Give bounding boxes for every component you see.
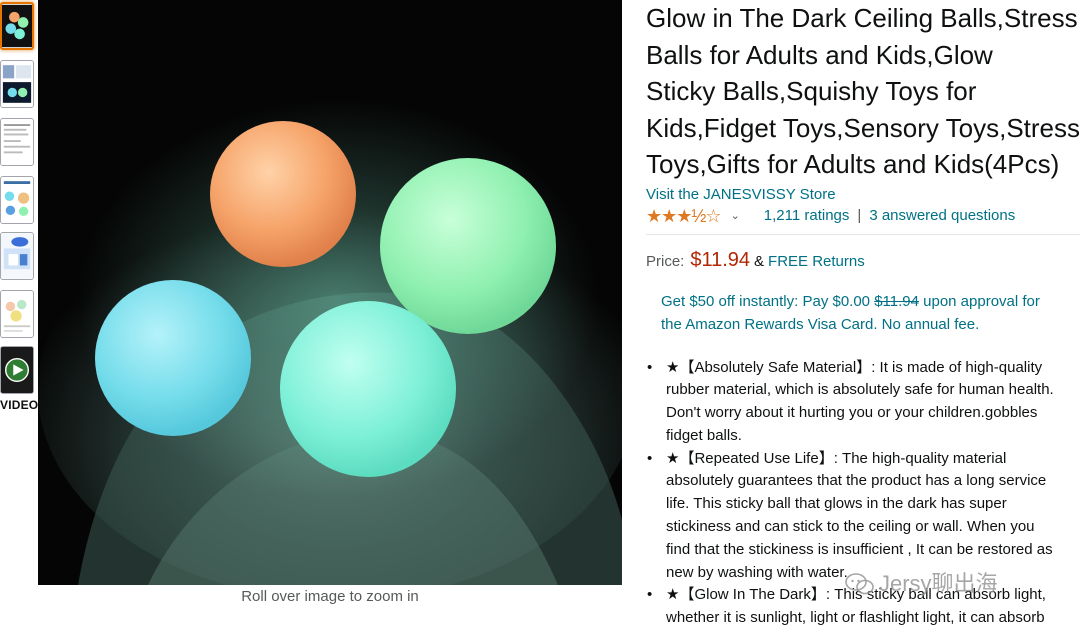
wechat-icon — [845, 573, 874, 595]
thumbnail-6-image — [1, 291, 33, 337]
thumbnail-strip: VIDEO — [0, 0, 39, 420]
main-product-image[interactable] — [38, 0, 622, 585]
play-icon — [1, 347, 33, 393]
thumbnail-2[interactable] — [0, 60, 34, 108]
bullet-item: ★【Absolutely Safe Material】: It is made … — [646, 357, 1080, 448]
title-line: Balls for Adults and Kids,Glow — [646, 39, 993, 70]
bullet-line: stickiness and can stick to the ceiling … — [666, 518, 1035, 536]
bullet-line: fidget balls. — [666, 426, 742, 444]
thumbnail-1[interactable] — [0, 2, 34, 50]
bullet-line: absolutely guarantees that the product h… — [666, 472, 1047, 490]
price-amount: $11.94 — [690, 248, 751, 271]
bullet-line: ★【Absolutely Safe Material】: It is made … — [666, 358, 1043, 376]
visa-promo-link[interactable]: Get $50 off instantly: Pay $0.00 $11.94 … — [661, 290, 1080, 336]
ratings-count-link[interactable]: 1,211 ratings — [764, 205, 850, 227]
title-line: Sticky Balls,Squishy Toys for — [646, 76, 977, 106]
zoom-hint: Roll over image to zoom in — [241, 588, 419, 605]
video-label: VIDEO — [0, 398, 39, 412]
thumbnail-4-image — [1, 177, 33, 223]
chevron-down-icon[interactable]: ⌄ — [731, 205, 740, 227]
thumbnail-5-image — [1, 233, 33, 279]
store-link[interactable]: Visit the JANESVISSY Store — [646, 185, 1080, 205]
glow-balls-photo — [38, 0, 622, 585]
star-rating[interactable]: ★★★½☆ — [646, 205, 722, 227]
free-returns-link[interactable]: FREE Returns — [768, 253, 865, 270]
bullet-line: ★【Repeated Use Life】: The high-quality m… — [666, 449, 1007, 467]
bullet-item: ★【Repeated Use Life】: The high-quality m… — [646, 448, 1080, 585]
watermark: Jersy聊出海 — [845, 566, 998, 598]
promo-line-1: Get $50 off instantly: Pay $0.00 $11.94 … — [661, 290, 1080, 313]
promo-strike-price: $11.94 — [874, 292, 919, 310]
price-label: Price: — [646, 252, 685, 270]
title-line: Kids,Fidget Toys,Sensory Toys,Stress — [646, 112, 1080, 143]
product-details: Glow in The Dark Ceiling Balls,Stress Ba… — [646, 0, 1080, 630]
title-line: Glow in The Dark Ceiling Balls,Stress — [646, 3, 1078, 33]
separator: | — [857, 206, 862, 224]
thumbnail-3[interactable] — [0, 118, 34, 166]
promo-line-2: the Amazon Rewards Visa Card. No annual … — [661, 315, 980, 333]
price-row: Price: $11.94 & FREE Returns — [646, 249, 1080, 272]
thumbnail-4[interactable] — [0, 176, 34, 224]
thumbnail-6[interactable] — [0, 290, 34, 338]
bullet-line: find that the stickiness is insufficient… — [666, 540, 1053, 558]
rating-row: ★★★½☆ ⌄ 1,211 ratings | 3 answered quest… — [646, 205, 1080, 227]
thumbnail-2-image — [1, 61, 33, 107]
divider — [646, 233, 1080, 235]
bullet-line: Don't worry about it hurting you or your… — [666, 404, 1038, 422]
answered-questions-link[interactable]: 3 answered questions — [869, 205, 1015, 227]
bullet-line: rubber material, which is absolutely saf… — [666, 381, 1054, 399]
thumbnail-1-image — [2, 4, 32, 48]
price-amp: & — [754, 252, 765, 270]
bullet-line: life. This sticky ball that glows in the… — [666, 495, 1007, 513]
product-title: Glow in The Dark Ceiling Balls,Stress Ba… — [646, 0, 1080, 183]
promo-text: Get $50 off instantly: Pay $0.00 — [661, 292, 875, 310]
thumbnail-3-image — [1, 119, 33, 165]
watermark-text: Jersy聊出海 — [879, 571, 998, 596]
video-thumbnail[interactable] — [0, 346, 34, 394]
thumbnail-5[interactable] — [0, 232, 34, 280]
promo-text: upon approval for — [918, 292, 1040, 310]
title-line: Toys,Gifts for Adults and Kids(4Pcs) — [646, 149, 1060, 179]
bullet-line: whether it is sunlight, light or flashli… — [666, 609, 1045, 627]
